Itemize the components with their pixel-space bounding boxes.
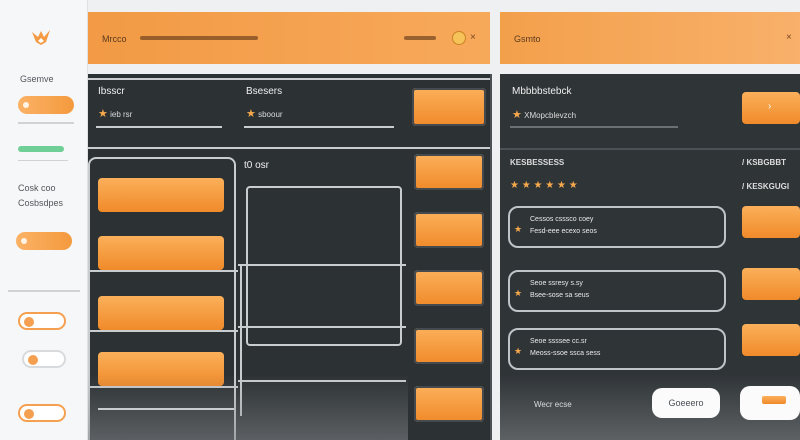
list-item-title: Seoe ssresy s.sy	[530, 280, 583, 287]
status-indicator	[18, 146, 64, 152]
divider	[238, 326, 406, 328]
pill-dot-icon	[21, 238, 27, 244]
pill-dot-icon	[23, 102, 29, 108]
section-label: t0 osr	[244, 160, 270, 171]
sidebar-pill-button[interactable]	[16, 232, 72, 250]
header-menu-line[interactable]	[404, 36, 436, 40]
progress-track	[244, 126, 394, 128]
divider	[88, 330, 238, 332]
divider	[500, 148, 800, 150]
action-button[interactable]	[414, 212, 484, 248]
column-title: Bsesers	[246, 86, 283, 97]
list-row-button[interactable]	[98, 236, 224, 270]
list-item[interactable]: Seoe ssresy s.sy Bsee-sose sa seus ★	[508, 270, 726, 312]
divider	[510, 126, 678, 128]
action-button[interactable]: ›	[742, 92, 800, 124]
sidebar-item-label[interactable]: Cosbsdpes	[18, 198, 63, 208]
close-icon[interactable]: ×	[470, 32, 476, 43]
header-title: Gsmto	[514, 34, 541, 44]
divider	[88, 78, 492, 80]
divider	[88, 147, 492, 149]
header-title: Mrcco	[102, 34, 127, 44]
section-label: KESBESSESS	[510, 158, 565, 167]
star-rating: ★ ★ ★ ★ ★ ★	[510, 180, 578, 191]
sidebar: Gsemve Cosk coo Cosbsdpes	[0, 0, 88, 440]
notification-icon[interactable]	[452, 31, 466, 45]
column-subtitle: ★ sboour	[246, 107, 283, 120]
list-item[interactable]: Seoe ssssee cc.sr Meoss-ssoe ssca sess ★	[508, 328, 726, 370]
star-icon: ★	[514, 346, 523, 356]
action-button[interactable]	[414, 270, 484, 306]
toggle-knob	[28, 355, 38, 365]
section-label: / KESKGUGI	[742, 182, 790, 191]
button-accent	[762, 396, 786, 404]
action-button[interactable]	[414, 328, 484, 364]
divider	[8, 290, 80, 292]
chevron-icon: ›	[768, 101, 772, 112]
header-bar-right: Gsmto ×	[500, 12, 800, 64]
close-icon[interactable]: ×	[786, 32, 792, 43]
list-item-title: Cessos csssco coey	[530, 216, 594, 223]
action-button[interactable]	[412, 88, 486, 126]
list-row-button[interactable]	[98, 296, 224, 330]
toggle-switch[interactable]	[22, 350, 66, 368]
toggle-switch[interactable]	[18, 404, 66, 422]
sidebar-active-pill[interactable]	[18, 96, 74, 114]
primary-button[interactable]: Goeeero	[652, 388, 720, 418]
toggle-knob	[24, 409, 34, 419]
star-icon: ★	[512, 109, 522, 121]
detail-panel: Mbbbbstebck ★ XMopcblevzch › KESBESSESS …	[500, 74, 800, 440]
toggle-switch[interactable]	[18, 312, 66, 330]
star-icon: ★	[514, 288, 523, 298]
footer-text: Wecr ecse	[534, 400, 572, 409]
content-box	[246, 186, 402, 346]
detail-subtitle: ★ XMopcblevzch	[512, 108, 576, 121]
progress-track	[96, 126, 222, 128]
action-button[interactable]	[742, 206, 800, 238]
column-subtitle-text: sboour	[258, 110, 283, 119]
list-item-subtitle: Meoss-ssoe ssca sess	[530, 350, 601, 357]
star-icon: ★	[514, 224, 523, 234]
detail-title: Mbbbbstebck	[512, 86, 572, 97]
divider	[18, 160, 68, 161]
main-panel: Ibsscr ★ ieb rsr Bsesers ★ sboour t0 osr	[88, 74, 492, 440]
column-subtitle-text: ieb rsr	[110, 110, 133, 119]
header-search-bar[interactable]	[140, 36, 258, 40]
fox-logo-icon	[32, 30, 50, 45]
list-item-title: Seoe ssssee cc.sr	[530, 338, 587, 345]
secondary-button[interactable]	[740, 386, 800, 420]
divider	[88, 270, 238, 272]
header-bar: Mrcco ×	[88, 12, 490, 64]
sidebar-item-label[interactable]: Cosk coo	[18, 183, 56, 193]
action-button[interactable]	[414, 386, 484, 422]
list-item-subtitle: Bsee-sose sa seus	[530, 292, 590, 299]
fade-overlay	[88, 374, 408, 440]
list-row-button[interactable]	[98, 178, 224, 212]
section-label: / KSBGBBT	[742, 158, 786, 167]
sidebar-item-label: Gsemve	[20, 74, 54, 84]
divider	[18, 122, 74, 124]
divider	[490, 74, 492, 440]
column-title: Ibsscr	[98, 86, 125, 97]
list-item-subtitle: Fesd-eee ecexo seos	[530, 228, 597, 235]
list-item[interactable]: Cessos csssco coey Fesd-eee ecexo seos ★	[508, 206, 726, 248]
action-button[interactable]	[742, 324, 800, 356]
action-button[interactable]	[414, 154, 484, 190]
star-icon: ★	[246, 108, 256, 120]
action-button[interactable]	[742, 268, 800, 300]
column-subtitle: ★ ieb rsr	[98, 107, 132, 120]
divider	[238, 264, 406, 266]
star-icon: ★	[98, 108, 108, 120]
divider	[98, 408, 234, 410]
toggle-knob	[24, 317, 34, 327]
detail-subtitle-text: XMopcblevzch	[524, 111, 577, 120]
